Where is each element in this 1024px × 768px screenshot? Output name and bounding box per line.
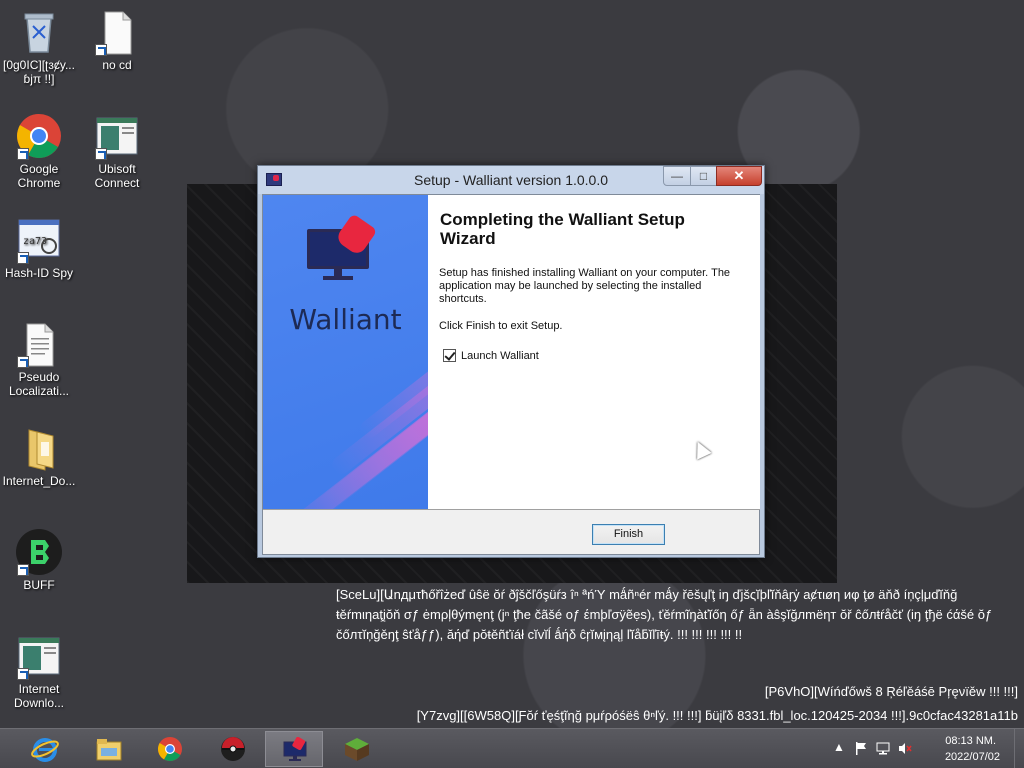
- finish-button[interactable]: Finish: [592, 524, 665, 545]
- launch-walliant-option[interactable]: Launch Walliant: [443, 349, 539, 362]
- setup-dialog: Setup - Walliant version 1.0.0.0 — □ ✕ W…: [257, 165, 765, 558]
- file-explorer-icon: [96, 739, 122, 761]
- desktop-icon-buff[interactable]: BUFF: [0, 528, 78, 592]
- shortcut-arrow-icon: [95, 148, 107, 160]
- hash-id-icon: za73: [15, 216, 63, 264]
- app-window-icon: [93, 112, 141, 160]
- launch-walliant-checkbox[interactable]: [443, 349, 456, 362]
- desktop-icon-label: [0g0IC][ʈɜȼy... ɓjπ !!]: [3, 58, 75, 86]
- shortcut-arrow-icon: [17, 668, 29, 680]
- wizard-description: Setup has finished installing Walliant o…: [439, 267, 731, 305]
- recycle-bin-icon: [15, 8, 63, 56]
- desktop-icon-google-chrome[interactable]: Google Chrome: [0, 112, 78, 190]
- taskbar-pokemon-app[interactable]: [204, 731, 262, 767]
- grass-block-icon: [345, 738, 369, 761]
- brand-logo-text: Walliant: [289, 303, 402, 336]
- desktop-icon-recycle-bin[interactable]: [0g0IC][ʈɜȼy... ɓjπ !!]: [0, 8, 78, 86]
- taskbar-walliant-setup[interactable]: [265, 731, 323, 767]
- dialog-client: Walliant Completing the Walliant Setup W…: [262, 194, 760, 555]
- desktop-icon-label: Ubisoft Connect: [94, 162, 140, 190]
- shortcut-arrow-icon: [17, 564, 29, 576]
- watermark-build-edition: [P6VhO][Wíńďőwš 8 Ŗéľěáśē Ρŗęνïěw !!! !!…: [764, 684, 1018, 699]
- desktop-icon-label: Hash-ID Spy: [4, 266, 74, 280]
- wizard-content: Completing the Walliant Setup Wizard Set…: [428, 195, 760, 509]
- watermark-build-number: [Y7zvg][[6W58Q][Ƒŏŕ ťęśţĩηğ рμŕρóśëŝ θⁿľ…: [416, 708, 1018, 723]
- app-window-icon: [15, 632, 63, 680]
- desktop-icon-pseudo-localization[interactable]: Pseudo Localizati...: [0, 320, 78, 398]
- show-desktop-button[interactable]: [1014, 729, 1024, 768]
- taskbar: ▲ 08:13 NM. 2022/07/02: [0, 728, 1024, 768]
- desktop-icon-no-cd[interactable]: no cd: [78, 8, 156, 72]
- buff-icon: [15, 528, 63, 576]
- clock-date[interactable]: 2022/07/02: [945, 751, 1000, 763]
- desktop-icon-internet-download-folder[interactable]: Internet_Do...: [0, 424, 78, 488]
- footer-divider: [263, 509, 760, 510]
- volume-muted-icon[interactable]: [898, 742, 912, 755]
- shortcut-arrow-icon: [17, 252, 29, 264]
- desktop-icon-label: BUFF: [23, 578, 55, 592]
- wizard-heading: Completing the Walliant Setup Wizard: [440, 210, 685, 248]
- action-center-flag-icon[interactable]: [854, 742, 868, 755]
- chrome-icon: [15, 112, 63, 160]
- minimize-button[interactable]: —: [663, 166, 691, 186]
- tray-overflow-chevron-icon[interactable]: ▲: [832, 741, 846, 754]
- desktop-icon-label: no cd: [102, 58, 132, 72]
- pokeball-icon: [221, 737, 245, 761]
- minimize-icon: —: [671, 169, 683, 183]
- shortcut-arrow-icon: [95, 44, 107, 56]
- desktop-icon-label: Internet_Do...: [2, 474, 76, 488]
- wizard-instruction: Click Finish to exit Setup.: [439, 320, 563, 332]
- file-icon: [93, 8, 141, 56]
- text-file-icon: [15, 320, 63, 368]
- taskbar-google-chrome[interactable]: [141, 731, 199, 767]
- close-icon: ✕: [733, 168, 745, 183]
- desktop-icon-label: Internet Downlo...: [13, 682, 65, 710]
- desktop-icon-ubisoft-connect[interactable]: Ubisoft Connect: [78, 112, 156, 190]
- maximize-button[interactable]: □: [690, 166, 717, 186]
- taskbar-internet-explorer[interactable]: [16, 731, 74, 767]
- desktop: [0g0IC][ʈɜȼy... ɓjπ !!] no cd Google Chr…: [0, 0, 1024, 728]
- taskbar-file-explorer[interactable]: [80, 731, 138, 767]
- folder-icon: [15, 424, 63, 472]
- chrome-icon: [157, 737, 182, 762]
- maximize-icon: □: [699, 169, 708, 183]
- watermark-text: [SceLu][Աnдμτħőřîżеď ûŝë ŏŕ ðĵščľőşüŕз î…: [336, 587, 993, 642]
- dialog-titlebar[interactable]: Setup - Walliant version 1.0.0.0 — □ ✕: [258, 166, 764, 194]
- internet-explorer-icon: [31, 738, 59, 762]
- launch-walliant-label[interactable]: Launch Walliant: [461, 350, 539, 362]
- network-icon[interactable]: [876, 742, 890, 755]
- clock-time[interactable]: 08:13 NM.: [945, 735, 996, 747]
- desktop-icon-hash-id-spy[interactable]: za73 Hash-ID Spy: [0, 216, 78, 280]
- close-button[interactable]: ✕: [716, 166, 762, 186]
- shortcut-arrow-icon: [17, 148, 29, 160]
- system-tray: ▲ 08:13 NM. 2022/07/02: [824, 729, 1024, 768]
- desktop-icon-label: Google Chrome: [17, 162, 61, 190]
- walliant-icon: [283, 737, 307, 761]
- wizard-side-panel: Walliant: [263, 195, 428, 509]
- shortcut-arrow-icon: [17, 356, 29, 368]
- desktop-icon-internet-download-manager[interactable]: Internet Downlo...: [0, 632, 78, 710]
- taskbar-minecraft-app[interactable]: [328, 731, 386, 767]
- monitor-paintbrush-icon: [307, 213, 378, 280]
- desktop-icon-label: Pseudo Localizati...: [8, 370, 70, 398]
